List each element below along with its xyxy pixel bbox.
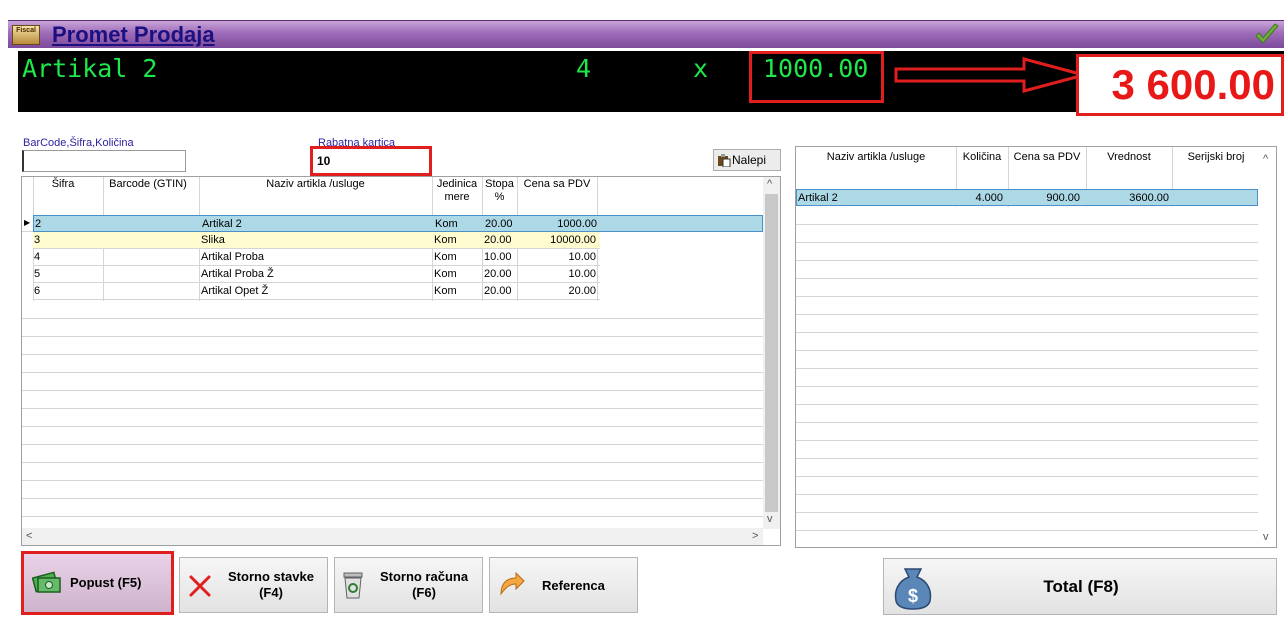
cell-stopa: 20.00 [484, 268, 512, 280]
storno-racuna-label-line2: (F6) [412, 585, 436, 600]
cell-cena: 10.00 [568, 268, 596, 280]
app-logo-icon: Fiscal [12, 25, 40, 45]
col-header-kolicina[interactable]: Količina [956, 147, 1008, 183]
customer-display: Artikal 2 4 x 1000.00 3 600.00 [18, 51, 1284, 116]
cell-naziv: Artikal 2 [202, 218, 242, 230]
scroll-down-icon[interactable]: v [767, 513, 773, 525]
table-row[interactable]: 5 Artikal Proba Ž Kom 20.00 10.00 [33, 266, 600, 283]
col-header-jedinica[interactable]: Jedinica mere [432, 177, 482, 213]
barcode-label: BarCode,Šifra,Količina [23, 137, 134, 149]
total-button[interactable]: $ Total (F8) [883, 558, 1277, 615]
scroll-right-icon[interactable]: > [752, 530, 758, 542]
referenca-button[interactable]: Referenca [489, 557, 638, 613]
table-row[interactable]: 3 Slika Kom 20.00 10000.00 [33, 232, 600, 249]
recycle-bin-icon [343, 572, 363, 599]
display-total: 3 600.00 [1111, 61, 1276, 108]
display-times: x [693, 54, 709, 83]
col-header-sifra[interactable]: Šifra [33, 177, 93, 213]
col-header-naziv[interactable]: Naziv artikla /usluge [796, 147, 956, 183]
cell-cena: 900.00 [1046, 192, 1080, 204]
cell-cena: 10000.00 [550, 234, 596, 246]
barcode-input[interactable] [22, 150, 186, 172]
cell-naziv: Artikal Proba Ž [201, 268, 274, 280]
empty-rows [796, 207, 1258, 547]
display-unit-price: 1000.00 [763, 54, 869, 83]
nalepi-label: Nalepi [732, 153, 767, 167]
total-highlight-box: 3 600.00 [1076, 54, 1284, 116]
cell-cena: 1000.00 [557, 218, 597, 230]
scroll-up-icon[interactable]: ^ [767, 178, 772, 190]
cell-stopa: 20.00 [485, 218, 513, 230]
money-icon [32, 571, 61, 593]
cell-naziv: Artikal Proba [201, 251, 264, 263]
table-row[interactable]: 2 Artikal 2 Kom 20.00 1000.00 [33, 215, 763, 232]
storno-stavke-label-line1: Storno stavke [228, 569, 314, 584]
title-bar: Fiscal Promet Prodaja [8, 20, 1284, 48]
cell-sifra: 2 [35, 218, 42, 230]
col-header-serijski[interactable]: Serijski broj [1172, 147, 1260, 183]
cell-sifra: 3 [34, 234, 41, 246]
arrow-right-icon [894, 57, 1090, 93]
cell-jm: Kom [434, 234, 457, 246]
storno-stavke-label-line2: (F4) [259, 585, 283, 600]
cell-naziv: Slika [201, 234, 225, 246]
cell-stopa: 10.00 [484, 251, 512, 263]
rabat-card-input[interactable]: 10 [310, 146, 432, 176]
storno-stavke-button[interactable]: Storno stavke (F4) [179, 557, 328, 613]
horizontal-scrollbar[interactable]: < > [22, 528, 763, 545]
window-title: Promet Prodaja [52, 22, 215, 47]
cell-kolicina: 4.000 [975, 192, 1003, 204]
col-header-cena[interactable]: Cena sa PDV [517, 177, 597, 213]
vertical-scrollbar[interactable]: ^ v [1259, 147, 1276, 547]
col-header-barcode[interactable]: Barcode (GTIN) [93, 177, 203, 213]
referenca-label: Referenca [542, 578, 605, 593]
scrollbar-thumb[interactable] [765, 194, 778, 512]
col-header-naziv[interactable]: Naziv artikla /usluge [199, 177, 432, 213]
table-row[interactable]: 4 Artikal Proba Kom 10.00 10.00 [33, 249, 600, 266]
cell-jm: Kom [434, 285, 457, 297]
cell-stopa: 20.00 [484, 285, 512, 297]
col-header-cena[interactable]: Cena sa PDV [1008, 147, 1086, 183]
cell-jm: Kom [434, 268, 457, 280]
cell-stopa: 20.00 [484, 234, 512, 246]
cell-naziv: Artikal 2 [798, 192, 838, 204]
display-item-name: Artikal 2 [22, 54, 158, 83]
popust-label: Popust (F5) [70, 575, 142, 590]
clipboard-icon [718, 154, 731, 167]
cell-jm: Kom [435, 218, 458, 230]
vertical-scrollbar[interactable]: ^ v [763, 177, 780, 529]
nalepi-button[interactable]: Nalepi [713, 149, 781, 171]
table-row[interactable]: 6 Artikal Opet Ž Kom 20.00 20.00 [33, 283, 600, 300]
cell-vrednost: 3600.00 [1129, 192, 1169, 204]
empty-rows [22, 301, 763, 529]
col-header-vrednost[interactable]: Vrednost [1086, 147, 1172, 183]
check-icon[interactable] [1254, 23, 1280, 47]
redo-arrow-icon [500, 572, 525, 596]
storno-racuna-button[interactable]: Storno računa (F6) [334, 557, 483, 613]
scroll-down-icon[interactable]: v [1263, 531, 1269, 543]
cell-sifra: 6 [34, 285, 41, 297]
delete-x-icon [189, 575, 211, 597]
storno-racuna-label-line1: Storno računa [379, 569, 469, 584]
cell-naziv: Artikal Opet Ž [201, 285, 269, 297]
cell-sifra: 5 [34, 268, 41, 280]
app-window: Fiscal Promet Prodaja Artikal 2 4 x 1000… [0, 0, 1284, 617]
col-header-stopa[interactable]: Stopa % [482, 177, 517, 213]
cell-jm: Kom [434, 251, 457, 263]
popust-button[interactable]: Popust (F5) [21, 551, 174, 615]
cell-cena: 20.00 [568, 285, 596, 297]
cell-cena: 10.00 [568, 251, 596, 263]
total-label: Total (F8) [1043, 577, 1119, 596]
row-selector[interactable]: ▶ [22, 215, 33, 232]
receipt-row[interactable]: Artikal 2 4.000 900.00 3600.00 [796, 189, 1258, 206]
articles-table[interactable]: Šifra Barcode (GTIN) Naziv artikla /uslu… [21, 176, 781, 546]
receipt-table[interactable]: Naziv artikla /usluge Količina Cena sa P… [795, 146, 1277, 548]
scroll-up-icon[interactable]: ^ [1263, 153, 1268, 165]
scroll-left-icon[interactable]: < [26, 530, 32, 542]
display-quantity: 4 [576, 54, 592, 83]
cell-sifra: 4 [34, 251, 41, 263]
